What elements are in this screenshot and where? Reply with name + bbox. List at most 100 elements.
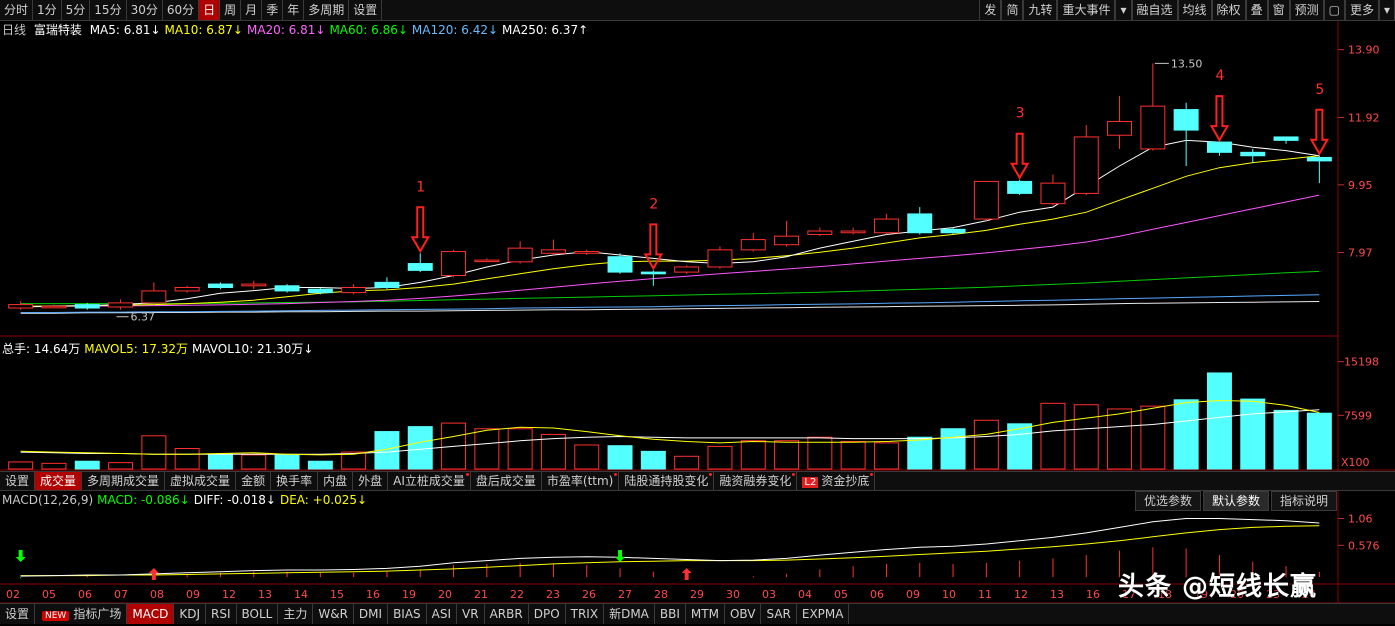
new-dot-icon bbox=[614, 473, 618, 476]
indicator-tab[interactable]: VR bbox=[457, 604, 485, 624]
period-tab[interactable]: 设置 bbox=[349, 0, 383, 20]
toolbar-button[interactable]: 九转 bbox=[1023, 0, 1058, 20]
date-axis-label: 06 bbox=[870, 588, 884, 601]
indicator-tab[interactable]: W&R bbox=[313, 604, 354, 624]
toolbar-button[interactable]: 叠 bbox=[1245, 0, 1268, 20]
volume-bar bbox=[74, 460, 100, 470]
date-axis-label: 30 bbox=[726, 588, 740, 601]
date-axis-label: 13 bbox=[1050, 588, 1064, 601]
period-tab[interactable]: 月 bbox=[241, 0, 263, 20]
stock-name[interactable]: 富瑞特装 bbox=[34, 23, 82, 37]
volume-bar bbox=[1206, 372, 1232, 470]
toolbar-button[interactable]: 更多 bbox=[1344, 0, 1379, 20]
candle-body bbox=[707, 249, 733, 268]
volume-axis-label: 15198 bbox=[1344, 356, 1379, 369]
indicator-tab[interactable]: OBV bbox=[725, 604, 762, 624]
indicator-tab[interactable]: DMI bbox=[354, 604, 389, 624]
volume-indicator-tab[interactable]: 融资融券变化 bbox=[714, 472, 798, 490]
macd-param-button[interactable]: 优选参数 bbox=[1134, 491, 1201, 511]
tab-label: ASI bbox=[431, 607, 452, 621]
toolbar-button[interactable]: 发 bbox=[979, 0, 1002, 20]
tab-label: 融资融券变化 bbox=[719, 474, 792, 488]
indicator-tab[interactable]: ASI bbox=[427, 604, 458, 624]
volume-indicator-tab[interactable]: 陆股通持股变化 bbox=[619, 472, 715, 490]
volume-indicator-tab[interactable]: 成交量 bbox=[35, 472, 83, 490]
candle-body bbox=[540, 249, 566, 254]
date-axis-label: 06 bbox=[78, 588, 92, 601]
indicator-tab[interactable]: ARBR bbox=[485, 604, 529, 624]
volume-bar bbox=[174, 448, 200, 470]
period-tab[interactable]: 年 bbox=[283, 0, 305, 20]
date-axis-label: 22 bbox=[510, 588, 524, 601]
toolbar-button[interactable]: 均线 bbox=[1177, 0, 1212, 20]
indicator-tab[interactable]: BIAS bbox=[388, 604, 427, 624]
volume-indicator-tab[interactable]: 多周期成交量 bbox=[82, 472, 166, 490]
volume-bar bbox=[1173, 399, 1199, 470]
volume-legend-item: MAVOL10: 21.30万↓ bbox=[192, 342, 314, 356]
indicator-tab[interactable]: DPO bbox=[529, 604, 566, 624]
volume-indicator-tab[interactable]: 盘后成交量 bbox=[471, 472, 542, 490]
indicator-tab[interactable]: NEW 指标广场 bbox=[35, 604, 128, 624]
toolbar-button[interactable]: 除权 bbox=[1211, 0, 1246, 20]
l2-badge: L2 bbox=[802, 477, 819, 488]
macd-param-button[interactable]: 指标说明 bbox=[1270, 491, 1337, 511]
candle-body bbox=[441, 251, 467, 277]
toolbar-button[interactable]: 窗 bbox=[1267, 0, 1290, 20]
volume-indicator-tab[interactable]: AI立桩成交量 bbox=[388, 472, 471, 490]
tab-label: 多周期成交量 bbox=[87, 474, 160, 488]
indicator-tab[interactable]: 新DMA bbox=[604, 604, 655, 624]
volume-indicator-tab[interactable]: 内盘 bbox=[318, 472, 354, 490]
period-tab[interactable]: 1分 bbox=[33, 0, 62, 20]
indicator-tab[interactable]: BOLL bbox=[237, 604, 279, 624]
date-axis-label: 28 bbox=[654, 588, 668, 601]
toolbar-button[interactable]: 预测 bbox=[1289, 0, 1324, 20]
volume-indicator-tab[interactable]: 市盈率(ttm) bbox=[542, 472, 620, 490]
volume-indicator-tab[interactable]: 换手率 bbox=[271, 472, 319, 490]
volume-indicator-tab[interactable]: 虚拟成交量 bbox=[165, 472, 237, 490]
toolbar-button[interactable]: ▾ bbox=[1115, 0, 1132, 20]
toolbar-button[interactable]: ▾ bbox=[1378, 0, 1395, 20]
toolbar-button[interactable]: 简 bbox=[1001, 0, 1024, 20]
indicator-tab[interactable]: MTM bbox=[686, 604, 725, 624]
indicator-tab[interactable]: MACD bbox=[127, 604, 175, 624]
kline-chart[interactable]: 13.90 11.92 9.95 7.97 15198 7599 X100 1.06 0.576… bbox=[0, 0, 1395, 625]
indicator-tab[interactable]: EXPMA bbox=[797, 604, 850, 624]
volume-bar bbox=[574, 444, 600, 470]
period-tab[interactable]: 日 bbox=[199, 0, 221, 20]
annotation-arrow-icon bbox=[1209, 95, 1230, 143]
volume-bar bbox=[1240, 398, 1266, 470]
volume-bar bbox=[1306, 412, 1332, 470]
price-legend: 日线 富瑞特装 MA5: 6.81↓ MA10: 6.87↓ MA20: 6.81↓… bbox=[2, 22, 592, 38]
ma5-line bbox=[20, 139, 1320, 308]
period-tab[interactable]: 60分 bbox=[163, 0, 200, 20]
volume-indicator-tab[interactable]: 金额 bbox=[236, 472, 272, 490]
indicator-tab[interactable]: 设置 bbox=[0, 604, 36, 624]
toolbar-button[interactable]: ▢ bbox=[1323, 0, 1345, 20]
period-tab[interactable]: 30分 bbox=[127, 0, 163, 20]
ma-legend-item: MA120: 6.42↓ bbox=[411, 23, 499, 37]
indicator-tab[interactable]: TRIX bbox=[566, 604, 605, 624]
indicator-tab[interactable]: KDJ bbox=[174, 604, 206, 624]
period-tab[interactable]: 分时 bbox=[0, 0, 34, 20]
macd-param-button[interactable]: 默认参数 bbox=[1202, 491, 1269, 511]
tab-label: DPO bbox=[533, 607, 560, 621]
period-tab[interactable]: 5分 bbox=[62, 0, 91, 20]
toolbar-button[interactable]: 重大事件 bbox=[1057, 0, 1116, 20]
period-tab[interactable]: 季 bbox=[262, 0, 284, 20]
volume-indicator-tab[interactable]: L2 资金抄底 bbox=[797, 472, 876, 490]
indicator-tab[interactable]: SAR bbox=[761, 604, 797, 624]
indicator-tab[interactable]: RSI bbox=[206, 604, 237, 624]
period-tab[interactable]: 多周期 bbox=[304, 0, 350, 20]
volume-indicator-tab[interactable]: 外盘 bbox=[353, 472, 389, 490]
volume-indicator-tab[interactable]: 设置 bbox=[0, 472, 36, 490]
volume-bar bbox=[607, 445, 633, 470]
ma-legend-item: MA10: 6.87↓ bbox=[164, 23, 243, 37]
indicator-tab[interactable]: 主力 bbox=[278, 604, 314, 624]
volume-bar bbox=[41, 462, 67, 470]
period-tab[interactable]: 周 bbox=[220, 0, 242, 20]
high-price-label: 13.50 bbox=[1171, 57, 1203, 70]
toolbar-button[interactable]: 融自选 bbox=[1131, 0, 1178, 20]
indicator-tab[interactable]: BBI bbox=[655, 604, 686, 624]
volume-bar bbox=[707, 445, 733, 470]
period-tab[interactable]: 15分 bbox=[90, 0, 127, 20]
